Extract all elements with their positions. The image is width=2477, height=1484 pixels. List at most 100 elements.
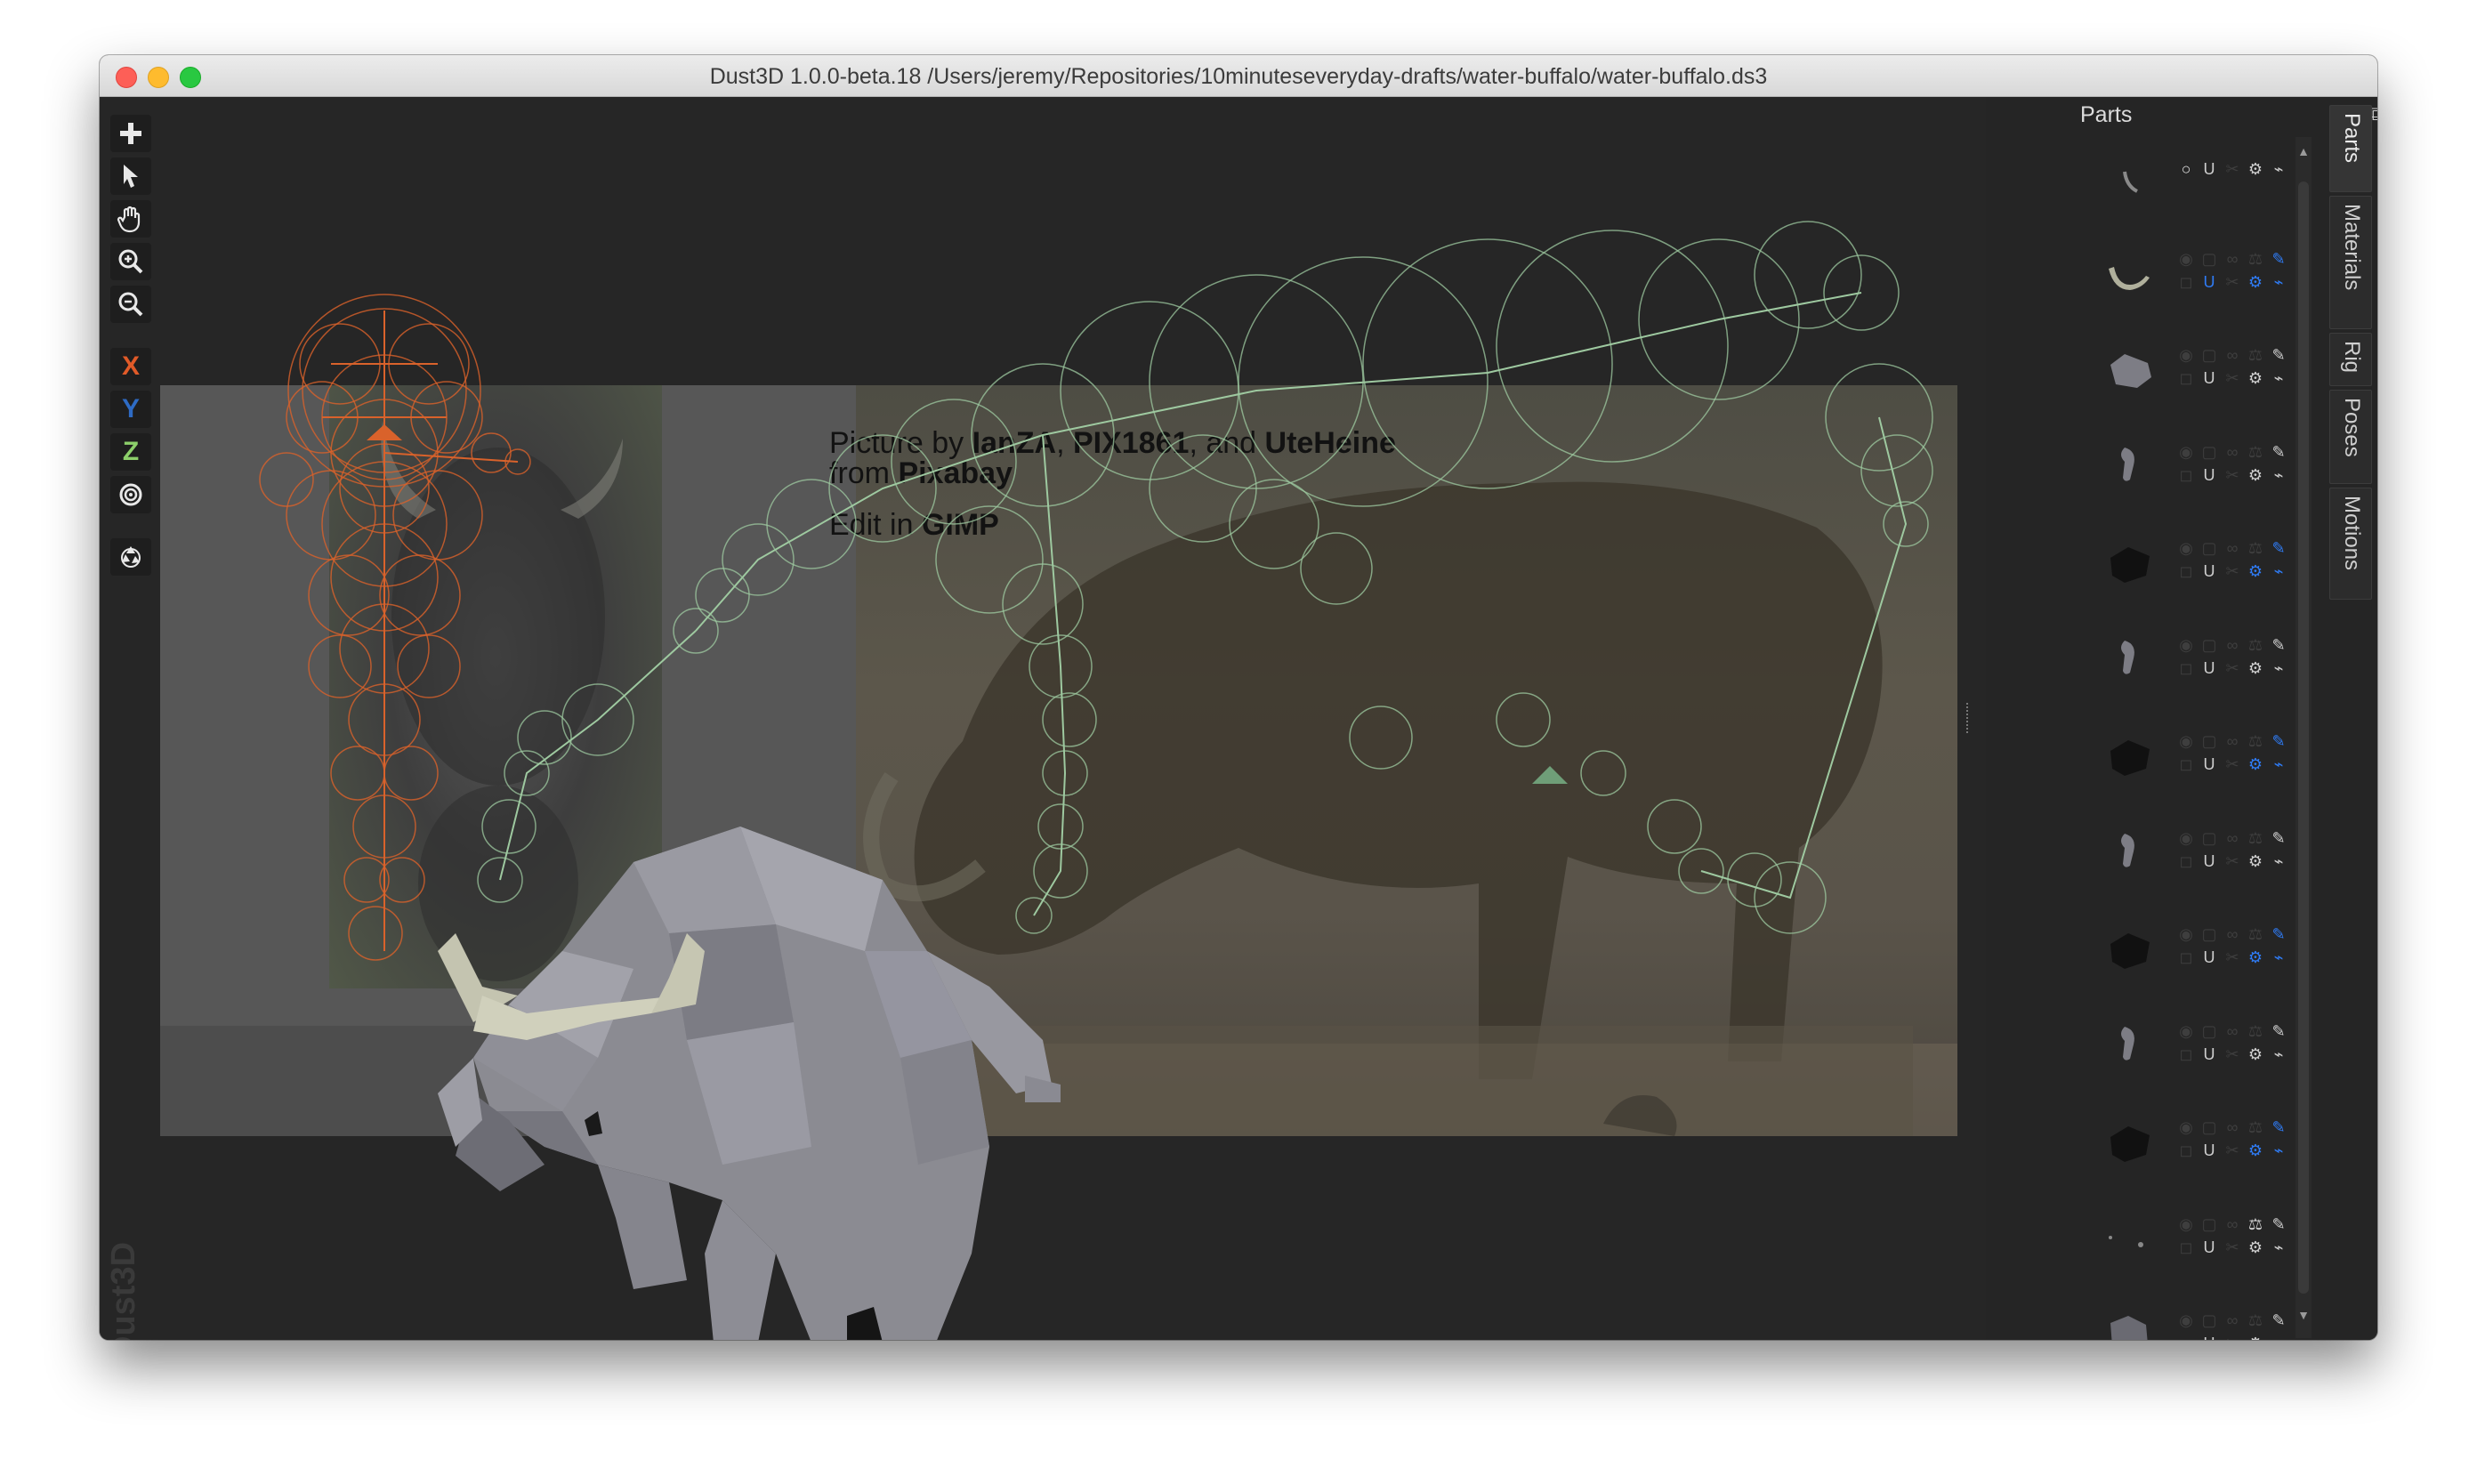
scissors-icon[interactable]: ✂ — [2223, 851, 2242, 871]
part-row[interactable]: ◉ ▢ ∞ ⚖ ✎ ◻ U ✂ ⚙ ⌁ — [2089, 1093, 2294, 1189]
pen-icon[interactable]: ✎ — [2269, 345, 2288, 365]
pen-icon[interactable]: ✎ — [2269, 249, 2288, 269]
link-icon[interactable]: ∞ — [2223, 345, 2242, 365]
zoom-out-button[interactable] — [110, 286, 151, 323]
hoof-dark-part-thumbnail[interactable] — [2098, 531, 2158, 592]
visibility-eye-icon[interactable]: ◉ — [2176, 731, 2196, 751]
scissors-icon[interactable]: ✂ — [2223, 754, 2242, 774]
part-row[interactable]: ◉ ▢ ∞ ⚖ ✎ ◻ U ✂ ⚙ ⌁ — [2089, 320, 2294, 416]
pen-icon[interactable]: ✎ — [2269, 635, 2288, 655]
visibility-eye-icon[interactable]: ◉ — [2176, 924, 2196, 944]
lock-icon[interactable]: ▢ — [2199, 635, 2219, 655]
magnet-icon[interactable]: U — [2199, 1238, 2219, 1257]
lock-icon[interactable]: ▢ — [2199, 249, 2219, 269]
magnet-icon[interactable]: U — [2199, 1044, 2219, 1064]
link-icon[interactable]: ∞ — [2223, 731, 2242, 751]
radius-lock-button[interactable] — [110, 476, 151, 513]
color-brush-icon[interactable]: ⌁ — [2269, 368, 2288, 388]
gear-icon[interactable]: ⚙ — [2246, 1238, 2265, 1257]
link-icon[interactable]: ∞ — [2223, 249, 2242, 269]
visibility-eye-icon[interactable]: ◉ — [2176, 249, 2196, 269]
subdivision-icon[interactable]: ◻ — [2176, 851, 2196, 871]
balance-icon[interactable]: ⚖ — [2246, 828, 2265, 848]
tab-materials[interactable]: Materials — [2329, 196, 2372, 329]
gear-icon[interactable]: ⚙ — [2246, 561, 2265, 581]
hoof-part-thumbnail[interactable] — [2098, 338, 2158, 399]
magnet-icon[interactable]: U — [2199, 948, 2219, 967]
part-row[interactable]: ◉ ▢ ∞ ⚖ ✎ ◻ U ✂ ⚙ ⌁ — [2089, 996, 2294, 1093]
subdivision-icon[interactable]: ○ — [2176, 1334, 2196, 1340]
hoof-dark-part-thumbnail[interactable] — [2098, 724, 2158, 785]
color-brush-icon[interactable]: ⌁ — [2269, 465, 2288, 485]
gear-icon[interactable]: ⚙ — [2246, 465, 2265, 485]
leg-part-thumbnail[interactable] — [2098, 821, 2158, 882]
lock-icon[interactable]: ▢ — [2199, 1311, 2219, 1330]
lock-icon[interactable]: ▢ — [2199, 924, 2219, 944]
link-icon[interactable]: ∞ — [2223, 828, 2242, 848]
pen-icon[interactable]: ✎ — [2269, 1311, 2288, 1330]
eye-dots-part-thumbnail[interactable] — [2098, 1207, 2158, 1268]
gear-icon[interactable]: ⚙ — [2246, 159, 2265, 179]
gear-icon[interactable]: ⚙ — [2246, 658, 2265, 678]
magnet-icon[interactable]: U — [2199, 272, 2219, 292]
subdivision-icon[interactable]: ◻ — [2176, 948, 2196, 967]
parts-scrollbar[interactable]: ▲ ▼ — [2295, 137, 2312, 1338]
pen-icon[interactable]: ✎ — [2269, 1117, 2288, 1137]
y-axis-lock-button[interactable]: Y — [110, 391, 151, 428]
scissors-icon[interactable]: ✂ — [2223, 658, 2242, 678]
zoom-in-button[interactable] — [110, 243, 151, 280]
pen-icon[interactable]: ✎ — [2269, 731, 2288, 751]
part-row[interactable]: ◉ ▢ ∞ ⚖ ✎ ◻ U ✂ ⚙ ⌁ — [2089, 513, 2294, 609]
subdivision-icon[interactable]: ○ — [2176, 159, 2196, 179]
link-icon[interactable]: ∞ — [2223, 1214, 2242, 1234]
tab-poses[interactable]: Poses — [2329, 390, 2372, 484]
magnet-icon[interactable]: U — [2199, 658, 2219, 678]
scroll-down-icon[interactable]: ▼ — [2296, 1308, 2311, 1322]
x-axis-lock-button[interactable]: X — [110, 348, 151, 385]
color-brush-icon[interactable]: ⌁ — [2269, 1238, 2288, 1257]
scissors-icon[interactable]: ✂ — [2223, 1141, 2242, 1160]
gear-icon[interactable]: ⚙ — [2246, 754, 2265, 774]
scissors-icon[interactable]: ✂ — [2223, 272, 2242, 292]
color-brush-icon[interactable]: ⌁ — [2269, 561, 2288, 581]
z-axis-lock-button[interactable]: Z — [110, 433, 151, 471]
scissors-icon[interactable]: ✂ — [2223, 1238, 2242, 1257]
part-row[interactable]: ◉ ▢ ∞ ⚖ ✎ ◻ U ✂ ⚙ ⌁ — [2089, 1190, 2294, 1286]
color-brush-icon[interactable]: ⌁ — [2269, 948, 2288, 967]
lock-icon[interactable]: ▢ — [2199, 345, 2219, 365]
subdivision-icon[interactable]: ◻ — [2176, 1044, 2196, 1064]
part-row[interactable]: ◉ ▢ ∞ ⚖ ✎ ◻ U ✂ ⚙ ⌁ — [2089, 224, 2294, 320]
leg-part-thumbnail[interactable] — [2098, 435, 2158, 496]
panel-splitter[interactable] — [1966, 703, 1972, 733]
lock-icon[interactable]: ▢ — [2199, 442, 2219, 462]
magnet-icon[interactable]: U — [2199, 561, 2219, 581]
subdivision-icon[interactable]: ◻ — [2176, 1238, 2196, 1257]
part-row[interactable]: ◉ ▢ ∞ ⚖ ✎ ◻ U ✂ ⚙ ⌁ — [2089, 610, 2294, 706]
balance-icon[interactable]: ⚖ — [2246, 1311, 2265, 1330]
link-icon[interactable]: ∞ — [2223, 635, 2242, 655]
balance-icon[interactable]: ⚖ — [2246, 731, 2265, 751]
color-brush-icon[interactable]: ⌁ — [2269, 272, 2288, 292]
visibility-eye-icon[interactable]: ◉ — [2176, 1117, 2196, 1137]
part-row[interactable]: ○ U ✂ ⚙ ⌁ — [2089, 127, 2294, 223]
lock-icon[interactable]: ▢ — [2199, 828, 2219, 848]
tab-motions[interactable]: Motions — [2329, 488, 2372, 600]
pen-icon[interactable]: ✎ — [2269, 442, 2288, 462]
magnet-icon[interactable]: U — [2199, 1334, 2219, 1340]
color-brush-icon[interactable]: ⌁ — [2269, 1044, 2288, 1064]
visibility-eye-icon[interactable]: ◉ — [2176, 1214, 2196, 1234]
add-node-button[interactable] — [110, 115, 151, 152]
body-part-thumbnail[interactable] — [2098, 1303, 2158, 1340]
gear-icon[interactable]: ⚙ — [2246, 272, 2265, 292]
subdivision-icon[interactable]: ◻ — [2176, 658, 2196, 678]
subdivision-icon[interactable]: ◻ — [2176, 368, 2196, 388]
regenerate-button[interactable] — [110, 538, 151, 576]
leg-part-thumbnail[interactable] — [2098, 1014, 2158, 1075]
scissors-icon[interactable]: ✂ — [2223, 1044, 2242, 1064]
lock-icon[interactable]: ▢ — [2199, 731, 2219, 751]
color-brush-icon[interactable]: ⌁ — [2269, 159, 2288, 179]
part-row[interactable]: ◉ ▢ ∞ ⚖ ✎ ◻ U ✂ ⚙ ⌁ — [2089, 706, 2294, 802]
color-brush-icon[interactable]: ⌁ — [2269, 1141, 2288, 1160]
magnet-icon[interactable]: U — [2199, 368, 2219, 388]
magnet-icon[interactable]: U — [2199, 754, 2219, 774]
